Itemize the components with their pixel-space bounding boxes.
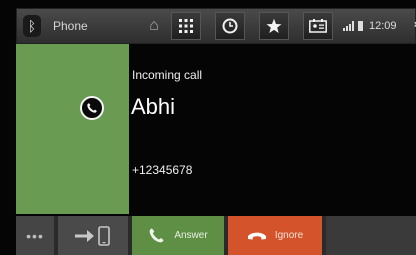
clock-time: 12:09 — [369, 20, 397, 32]
signal-icon — [343, 21, 355, 31]
recents-button[interactable] — [215, 12, 245, 40]
status-area: 12:09 — [343, 9, 397, 43]
star-icon — [266, 18, 282, 33]
more-options-button[interactable]: ••• — [16, 216, 54, 255]
answer-label: Answer — [174, 230, 208, 241]
grid-icon — [179, 19, 193, 33]
bottom-bar-filler — [326, 216, 416, 255]
transfer-icon — [75, 225, 110, 246]
caller-photo-panel — [16, 44, 129, 214]
caller-name: Abhi — [131, 94, 176, 119]
ignore-button[interactable]: Ignore — [228, 216, 322, 255]
phone-icon — [80, 96, 104, 120]
contact-card-icon — [309, 19, 327, 33]
app-title: Phone — [53, 19, 88, 33]
bottom-action-bar: ••• Answer Ignore — [16, 216, 416, 255]
answer-button[interactable]: Answer — [132, 216, 224, 255]
home-icon[interactable]: ⌂ — [143, 15, 165, 37]
clock-icon — [222, 18, 238, 34]
battery-icon — [358, 21, 363, 31]
favorites-button[interactable] — [259, 12, 289, 40]
transfer-to-phone-button[interactable] — [58, 216, 128, 255]
more-label: ••• — [26, 227, 44, 244]
hang-up-icon — [247, 232, 266, 239]
call-screen: ᛒ Phone ⌂ 12:09 Incoming call Abhi +1234… — [0, 0, 416, 255]
bluetooth-icon: ᛒ — [23, 15, 41, 37]
caller-number: +12345678 — [132, 163, 193, 177]
phone-answer-icon — [149, 228, 164, 242]
ignore-label: Ignore — [274, 230, 304, 241]
contacts-button[interactable] — [303, 12, 333, 40]
top-bar: ᛒ Phone ⌂ 12:09 — [16, 8, 416, 44]
dialpad-button[interactable] — [171, 12, 201, 40]
call-status: Incoming call — [132, 68, 203, 82]
